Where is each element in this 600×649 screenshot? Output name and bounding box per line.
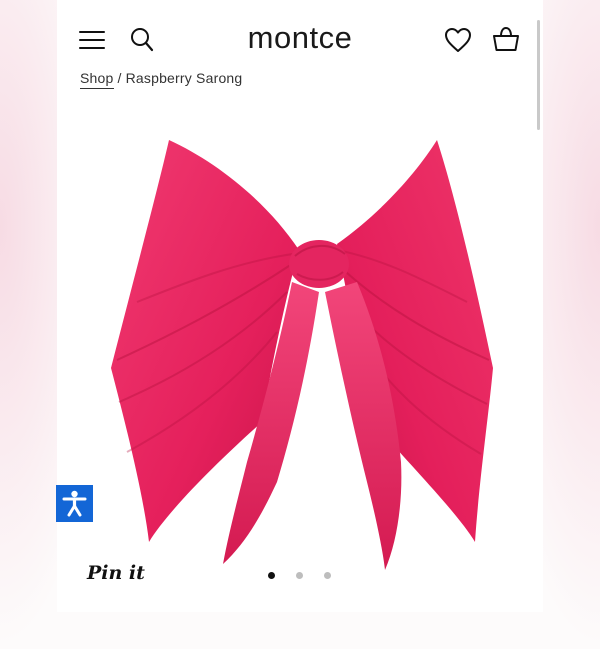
gallery-dot-2[interactable] [296,572,303,579]
wishlist-button[interactable] [444,27,472,53]
sarong-knot [289,240,349,288]
sarong-illustration [111,140,493,570]
breadcrumb-link-shop[interactable]: Shop [80,70,114,89]
breadcrumb: Shop / Raspberry Sarong [80,70,243,89]
site-header: montce [57,0,543,64]
phone-screen: montce Shop / Raspberry Sarong Pin it [57,0,543,612]
product-image[interactable] [97,132,497,572]
gallery-dot-3[interactable] [324,572,331,579]
gallery-dot-1[interactable] [268,572,275,579]
heart-icon [445,28,471,52]
accessibility-icon [62,490,87,517]
cart-button[interactable] [492,25,520,53]
breadcrumb-separator: / [117,70,122,86]
shopping-bag-icon [493,26,519,51]
pin-it-button[interactable]: Pin it [87,562,145,584]
breadcrumb-current: Raspberry Sarong [125,70,243,86]
accessibility-button[interactable] [56,485,93,522]
